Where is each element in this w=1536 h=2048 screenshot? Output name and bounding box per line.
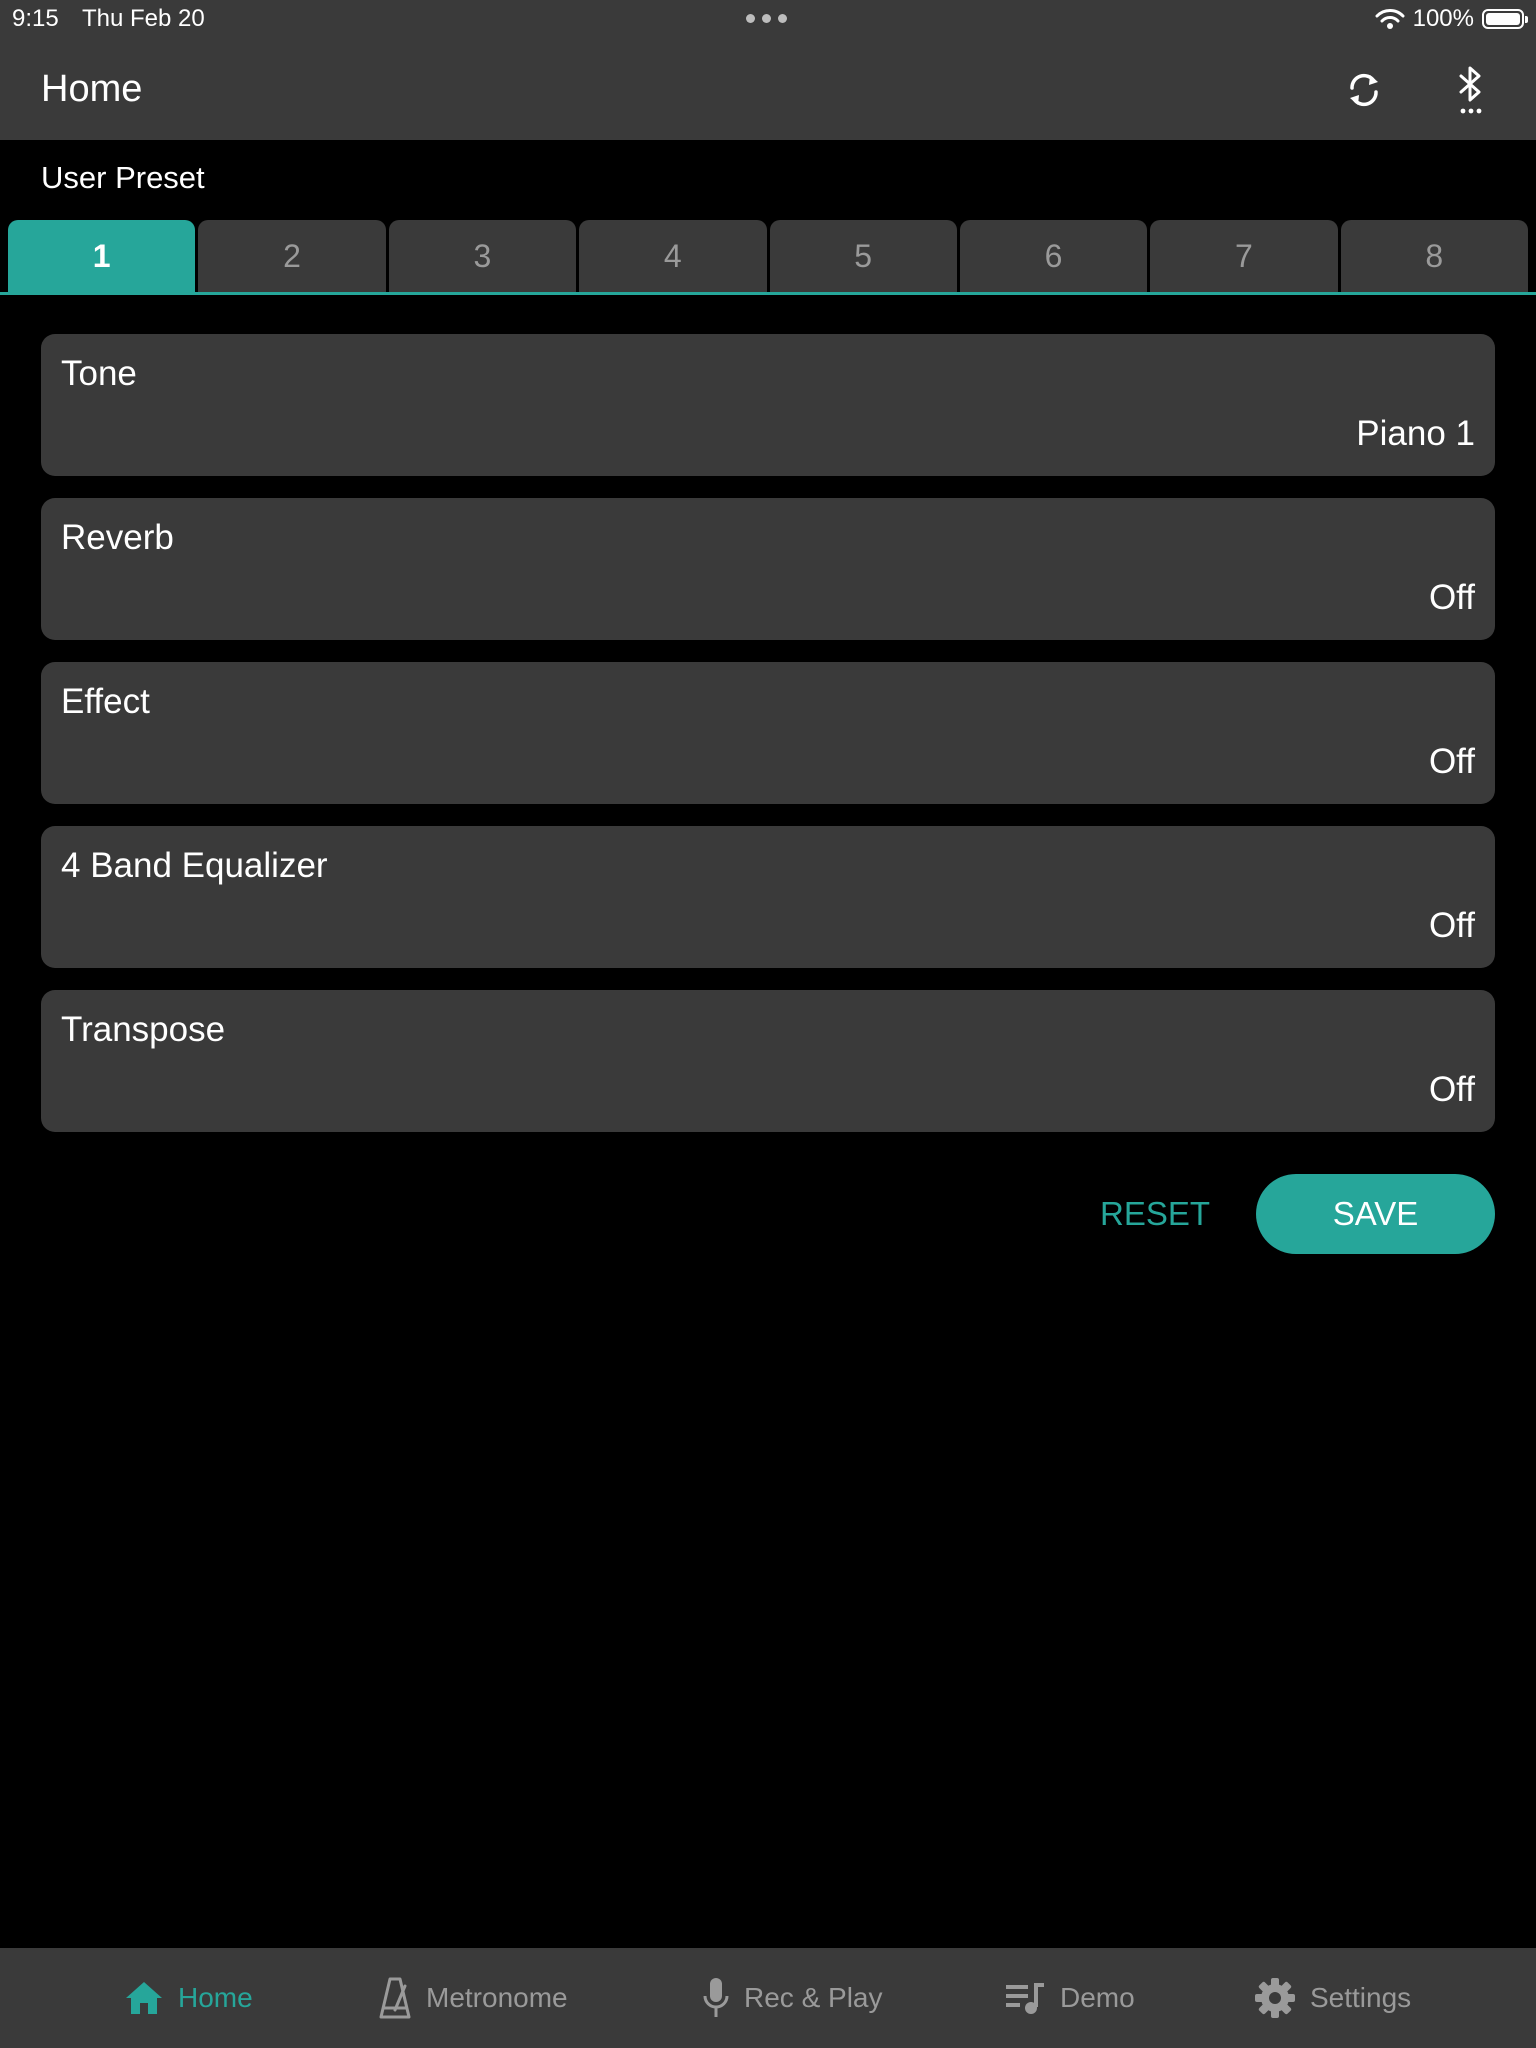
tone-title: Tone: [61, 354, 137, 393]
preset-tab-3[interactable]: 3: [388, 220, 577, 292]
tab-settings-label: Settings: [1310, 1982, 1412, 2013]
battery-percent: 100%: [1412, 5, 1474, 32]
preset-tab-5[interactable]: 5: [769, 220, 957, 292]
reset-button[interactable]: RESET: [1090, 1174, 1220, 1254]
sync-icon[interactable]: [1336, 62, 1392, 118]
tab-settings[interactable]: Settings: [1254, 1948, 1411, 2048]
gear-icon: [1255, 1978, 1295, 2018]
metronome-icon: [379, 1977, 411, 2019]
preset-tab-2[interactable]: 2: [198, 220, 386, 292]
save-button[interactable]: SAVE: [1256, 1174, 1495, 1254]
status-date: Thu Feb 20: [82, 5, 205, 32]
multitasking-dots[interactable]: [746, 14, 787, 23]
effect-card[interactable]: Effect Off: [41, 662, 1495, 804]
tab-demo[interactable]: Demo: [1004, 1948, 1135, 2048]
tab-home[interactable]: Home: [124, 1948, 253, 2048]
preset-tab-4[interactable]: 4: [579, 220, 767, 292]
transpose-card[interactable]: Transpose Off: [41, 990, 1495, 1132]
battery-icon: [1482, 9, 1528, 29]
effect-title: Effect: [61, 682, 150, 721]
equalizer-card[interactable]: 4 Band Equalizer Off: [41, 826, 1495, 968]
tab-home-label: Home: [178, 1982, 253, 2013]
wifi-icon: [1375, 9, 1405, 29]
tab-metronome[interactable]: Metronome: [378, 1948, 568, 2048]
tab-demo-label: Demo: [1060, 1982, 1135, 2013]
preset-tabs: 1 2 3 4 5 6 7 8: [8, 220, 1528, 292]
transpose-title: Transpose: [61, 1010, 226, 1049]
effect-value: Off: [1428, 742, 1475, 781]
user-preset-label: User Preset: [41, 160, 205, 195]
bluetooth-icon[interactable]: [1443, 62, 1499, 118]
tab-rec-play[interactable]: Rec & Play: [702, 1948, 883, 2048]
preset-tab-7[interactable]: 7: [1150, 220, 1338, 292]
transpose-value: Off: [1428, 1070, 1475, 1109]
preset-tab-8[interactable]: 8: [1340, 220, 1528, 292]
preset-tab-6[interactable]: 6: [959, 220, 1148, 292]
reverb-value: Off: [1428, 578, 1475, 617]
nav-bar: Home: [0, 40, 1536, 140]
equalizer-value: Off: [1428, 906, 1475, 945]
status-bar: 9:15 Thu Feb 20 100%: [0, 0, 1536, 40]
preset-tab-1[interactable]: 1: [8, 220, 196, 292]
tone-card[interactable]: Tone Piano 1: [41, 334, 1495, 476]
equalizer-title: 4 Band Equalizer: [61, 846, 328, 885]
reverb-title: Reverb: [61, 518, 174, 557]
page-title: Home: [41, 68, 143, 110]
music-list-icon: [1006, 1983, 1044, 2014]
tab-underline: [0, 292, 1536, 295]
settings-list: Tone Piano 1 Reverb Off Effect Off 4 Ban…: [41, 334, 1495, 1154]
bottom-tab-bar: Home Metronome Rec & Play Demo Settings: [0, 1948, 1536, 2048]
tab-metronome-label: Metronome: [426, 1982, 568, 2013]
home-icon: [126, 1982, 162, 2014]
microphone-icon: [703, 1978, 729, 2017]
tab-rec-play-label: Rec & Play: [744, 1982, 883, 2013]
status-time: 9:15: [12, 5, 59, 32]
reverb-card[interactable]: Reverb Off: [41, 498, 1495, 640]
tone-value: Piano 1: [1356, 414, 1475, 453]
